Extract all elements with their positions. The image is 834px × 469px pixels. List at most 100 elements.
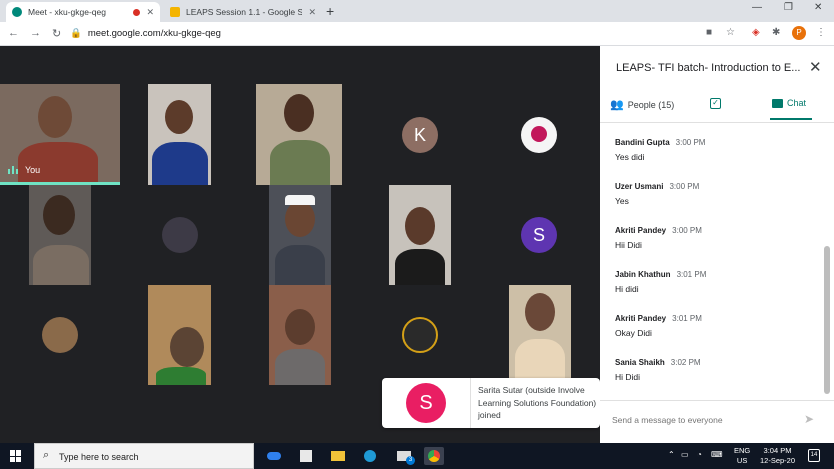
edge-icon[interactable] [360,447,380,465]
profile-avatar[interactable]: P [792,26,806,40]
address-bar: ← → ↻ 🔒 meet.google.com/xku-gkge-qeg ■ ☆ … [0,22,834,46]
clock[interactable]: 3:04 PM 12-Sep-20 [760,446,795,466]
rose-icon [531,126,547,142]
speaking-indicator-icon [8,166,20,174]
minimize-icon[interactable]: — [752,2,762,13]
video-tile-self[interactable]: You [0,84,120,185]
forward-icon[interactable]: → [30,27,41,39]
tab-slides-title: LEAPS Session 1.1 - Google Slide [186,7,303,17]
tab-strip: Meet - xku-gkge-qeg ✕ LEAPS Session 1.1 … [0,0,834,22]
video-tile[interactable] [389,185,451,285]
search-icon: ⌕ [43,449,50,461]
url-field[interactable]: 🔒 meet.google.com/xku-gkge-qeg [70,28,221,39]
sender-name: Uzer Usmani [615,182,664,191]
send-icon[interactable]: ➤ [804,412,814,426]
video-tile[interactable] [509,285,571,385]
reload-icon[interactable]: ↻ [52,27,61,40]
message-text: Okay Didi [615,328,652,338]
cap [285,195,315,205]
chat-message: Jabin Khathun 3:01 PM Hi didi [615,270,815,314]
video-tile[interactable] [148,84,211,185]
chrome-icon[interactable] [424,447,444,465]
video-tile[interactable] [256,84,342,185]
video-tile[interactable] [29,185,91,285]
video-tile[interactable] [269,285,331,385]
chat-message: Akriti Pandey 3:00 PM Hii Didi [615,226,815,270]
battery-icon[interactable]: ▭ [681,450,689,459]
participant-face [525,293,555,331]
tab-meet-title: Meet - xku-gkge-qeg [28,7,106,17]
language-indicator[interactable]: ENG US [734,446,750,466]
tabs-divider [600,122,834,123]
recording-icon [133,8,141,16]
keyboard-icon[interactable]: ⌨ [711,450,723,459]
participant-body [156,367,206,385]
close-panel-icon[interactable]: ✕ [809,58,822,76]
menu-icon[interactable]: ⋮ [816,27,826,38]
participant-body [152,142,208,185]
extensions-icon[interactable]: ✱ [772,27,780,38]
chat-input[interactable] [612,415,792,425]
participant-body [270,140,330,185]
maximize-icon[interactable]: ❐ [784,2,793,13]
mail-icon[interactable]: 3 [394,447,415,465]
chat-message: Bandini Gupta 3:00 PM Yes didi [615,138,815,182]
participant-body [395,249,445,285]
clock-time: 3:04 PM [763,446,792,455]
tab-people[interactable]: 👥 People (15) [610,98,674,111]
video-tile[interactable] [148,285,211,385]
self-label-text: You [25,165,41,175]
notifications-icon[interactable]: 14 [808,449,820,462]
participant-avatar: K [402,117,438,153]
tab-meet[interactable]: Meet - xku-gkge-qeg ✕ [6,2,160,22]
chat-composer: ➤ [600,400,834,443]
video-tile[interactable] [269,185,331,285]
participant-avatar: S [521,217,557,253]
sender-name: Akriti Pandey [615,314,667,323]
activities-icon: ✓ [710,98,721,109]
message-time: 3:01 PM [676,270,707,279]
participant-face [165,100,193,134]
store-icon[interactable] [296,447,316,465]
taskbar: ⌕ Type here to search 3 ⌃ ▭ ◔ ⌨ ENG US 3… [0,443,834,469]
tray-chevron-icon[interactable]: ⌃ [668,450,675,459]
shield-icon[interactable]: ◈ [752,27,760,38]
star-icon[interactable]: ☆ [726,27,735,38]
slides-favicon-icon [170,7,180,17]
weather-icon[interactable] [264,447,284,465]
lock-icon: 🔒 [70,28,82,39]
message-text: Hi Didi [615,372,641,382]
taskbar-search[interactable]: ⌕ Type here to search [34,443,254,469]
participant-avatar-logo [402,317,438,353]
tab-chat[interactable]: Chat [772,98,806,108]
file-explorer-icon[interactable] [328,447,348,465]
participant-face [284,94,314,132]
sender-name: Jabin Khathun [615,270,671,279]
message-text: Hi didi [615,284,639,294]
camera-icon[interactable]: ■ [706,27,712,38]
tab-slides[interactable]: LEAPS Session 1.1 - Google Slide ✕ [164,2,322,22]
windows-start-icon[interactable] [10,450,22,462]
participant-body [275,349,325,385]
language-top: ENG [734,446,751,455]
back-icon[interactable]: ← [8,27,19,39]
language-bottom: US [736,456,748,465]
participant-body [18,142,98,185]
toast-avatar: S [406,383,446,423]
sender-name: Bandini Gupta [615,138,670,147]
clock-date: 12-Sep-20 [760,456,796,465]
sender-name: Akriti Pandey [615,226,667,235]
close-icon[interactable]: ✕ [308,7,316,18]
close-icon[interactable]: ✕ [146,7,154,18]
mail-badge: 3 [406,456,415,465]
toast-text: Sarita Sutar (outside Involve Learning S… [478,385,597,420]
tab-activities[interactable]: ✓ [710,98,721,109]
chat-panel: LEAPS- TFI batch- Introduction to E... ✕… [600,46,834,443]
chat-message: Akriti Pandey 3:01 PM Okay Didi [615,314,815,358]
tab-people-label: People (15) [627,99,675,110]
message-time: 3:00 PM [675,138,706,147]
network-icon[interactable]: ◔ [697,450,702,459]
chat-scrollbar[interactable] [824,246,830,394]
new-tab-button[interactable]: + [326,3,334,19]
window-close-icon[interactable]: ✕ [814,2,822,13]
